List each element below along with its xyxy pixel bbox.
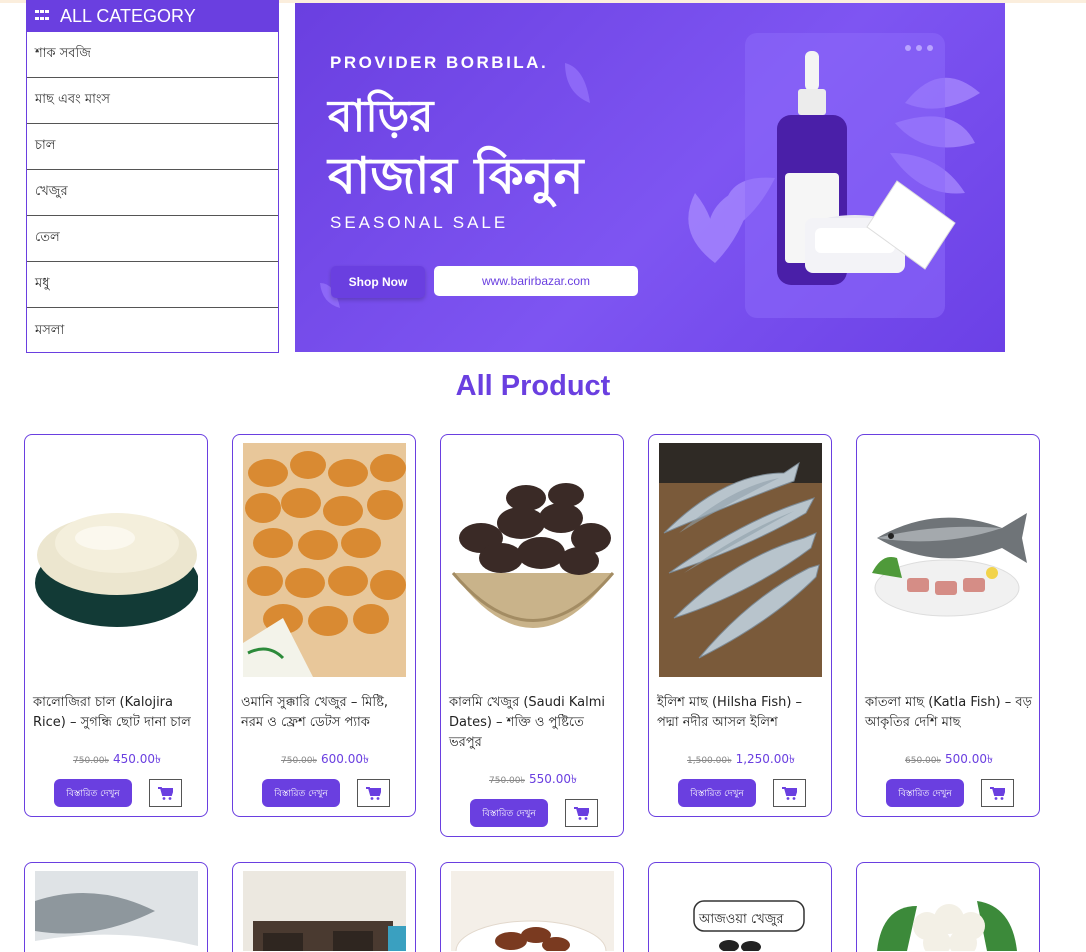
product-image-sukkari-dates bbox=[243, 443, 406, 677]
image-caption: আজওয়া খেজুর bbox=[699, 912, 784, 927]
product-card[interactable]: ইলিশ মাছ (Hilsha Fish) – পদ্মা নদীর আসল … bbox=[648, 434, 832, 817]
product-card[interactable]: ওমানি সুক্কারি খেজুর – মিষ্টি, নরম ও ফ্র… bbox=[232, 434, 416, 817]
category-label: মাছ এবং মাংস bbox=[35, 92, 111, 107]
new-price: 600.00৳ bbox=[321, 752, 369, 766]
section-title: All Product bbox=[455, 370, 611, 402]
banner-tagline: SEASONAL SALE bbox=[330, 213, 509, 232]
details-button[interactable]: বিস্তারিত দেখুন bbox=[54, 779, 132, 807]
category-item-honey[interactable]: মধু bbox=[27, 262, 278, 308]
category-label: খেজুর bbox=[35, 184, 68, 199]
product-title[interactable]: কালোজিরা চাল (Kalojira Rice) – সুগন্ধি ছ… bbox=[33, 693, 203, 733]
category-label: চাল bbox=[35, 138, 56, 153]
product-price: 650.00৳ 500.00৳ bbox=[857, 751, 1039, 771]
details-button[interactable]: বিস্তারিত দেখুন bbox=[470, 799, 548, 827]
add-to-cart-button[interactable] bbox=[773, 779, 806, 807]
product-image-kalojira-rice bbox=[35, 443, 198, 677]
category-label: শাক সবজি bbox=[35, 46, 91, 61]
old-price: 750.00৳ bbox=[73, 756, 109, 766]
product-card[interactable]: আজওয়া খেজুর bbox=[648, 862, 832, 952]
product-card[interactable]: কালমি খেজুর (Saudi Kalmi Dates) – শক্তি … bbox=[440, 434, 624, 837]
category-label: তেল bbox=[35, 230, 60, 245]
product-image-cauliflower bbox=[867, 871, 1030, 951]
cart-icon bbox=[782, 786, 797, 800]
add-to-cart-button[interactable] bbox=[149, 779, 182, 807]
category-label: মসলা bbox=[35, 322, 65, 338]
product-image-kalmi-dates bbox=[451, 443, 614, 677]
product-card[interactable] bbox=[440, 862, 624, 952]
hero-banner[interactable]: PROVIDER BORBILA. বাড়ির বাজার কিনুন SEA… bbox=[295, 3, 1005, 352]
product-image-hilsha-fish bbox=[659, 443, 822, 677]
banner-title-line2: বাজার কিনুন bbox=[328, 147, 584, 205]
old-price: 750.00৳ bbox=[489, 776, 525, 786]
product-title[interactable]: কালমি খেজুর (Saudi Kalmi Dates) – শক্তি … bbox=[449, 693, 619, 753]
product-image-katla-fish bbox=[867, 443, 1030, 677]
cart-icon bbox=[574, 806, 589, 820]
old-price: 650.00৳ bbox=[905, 756, 941, 766]
new-price: 450.00৳ bbox=[113, 752, 161, 766]
category-item-fish-meat[interactable]: মাছ এবং মাংস bbox=[27, 78, 278, 124]
add-to-cart-button[interactable] bbox=[565, 799, 598, 827]
product-card[interactable]: কাতলা মাছ (Katla Fish) – বড় আকৃতির দেশি… bbox=[856, 434, 1040, 817]
add-to-cart-button[interactable] bbox=[981, 779, 1014, 807]
product-price: 750.00৳ 600.00৳ bbox=[233, 751, 415, 771]
cart-icon bbox=[366, 786, 381, 800]
new-price: 500.00৳ bbox=[945, 752, 993, 766]
category-item-dates[interactable]: খেজুর bbox=[27, 170, 278, 216]
category-item-rice[interactable]: চাল bbox=[27, 124, 278, 170]
details-button[interactable]: বিস্তারিত দেখুন bbox=[678, 779, 756, 807]
banner-url[interactable]: www.barirbazar.com bbox=[434, 266, 638, 296]
product-price: 750.00৳ 550.00৳ bbox=[441, 771, 623, 791]
product-card[interactable]: কালোজিরা চাল (Kalojira Rice) – সুগন্ধি ছ… bbox=[24, 434, 208, 817]
product-price: 1,500.00৳ 1,250.00৳ bbox=[649, 751, 831, 771]
product-title[interactable]: ওমানি সুক্কারি খেজুর – মিষ্টি, নরম ও ফ্র… bbox=[241, 693, 411, 733]
product-title[interactable]: কাতলা মাছ (Katla Fish) – বড় আকৃতির দেশি… bbox=[865, 693, 1035, 733]
category-item-spices[interactable]: মসলা bbox=[27, 308, 278, 354]
product-card[interactable] bbox=[232, 862, 416, 952]
category-item-oil[interactable]: তেল bbox=[27, 216, 278, 262]
category-item-vegetables[interactable]: শাক সবজি bbox=[27, 32, 278, 78]
banner-subtitle: PROVIDER BORBILA. bbox=[330, 53, 549, 72]
product-price: 750.00৳ 450.00৳ bbox=[25, 751, 207, 771]
details-button[interactable]: বিস্তারিত দেখুন bbox=[262, 779, 340, 807]
category-header: ALL CATEGORY bbox=[27, 0, 278, 32]
product-image-dates-box bbox=[243, 871, 406, 951]
cart-icon bbox=[990, 786, 1005, 800]
add-to-cart-button[interactable] bbox=[357, 779, 390, 807]
category-header-label: ALL CATEGORY bbox=[60, 5, 196, 26]
product-card[interactable] bbox=[24, 862, 208, 952]
grid-icon bbox=[35, 10, 49, 22]
old-price: 750.00৳ bbox=[281, 756, 317, 766]
shop-now-button[interactable]: Shop Now bbox=[331, 266, 425, 298]
product-image-fish bbox=[35, 871, 198, 951]
product-card[interactable] bbox=[856, 862, 1040, 952]
product-title[interactable]: ইলিশ মাছ (Hilsha Fish) – পদ্মা নদীর আসল … bbox=[657, 693, 827, 733]
category-sidebar: ALL CATEGORY শাক সবজি মাছ এবং মাংস চাল খ… bbox=[26, 0, 279, 353]
old-price: 1,500.00৳ bbox=[687, 756, 732, 766]
new-price: 550.00৳ bbox=[529, 772, 577, 786]
details-button[interactable]: বিস্তারিত দেখুন bbox=[886, 779, 964, 807]
cart-icon bbox=[158, 786, 173, 800]
category-label: মধু bbox=[35, 276, 50, 291]
new-price: 1,250.00৳ bbox=[735, 752, 795, 766]
product-image-dates bbox=[451, 871, 614, 951]
